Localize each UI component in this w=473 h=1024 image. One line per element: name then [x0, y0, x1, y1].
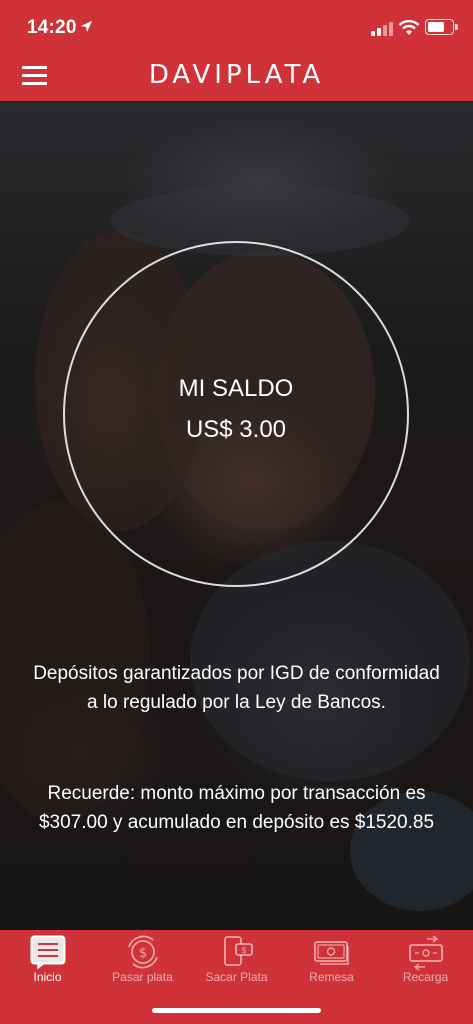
tab-inicio[interactable]: Inicio: [0, 930, 95, 994]
battery-icon: [425, 19, 458, 35]
tab-label: Pasar plata: [112, 970, 173, 984]
withdraw-phone-icon: $: [223, 936, 253, 966]
location-arrow-icon: [80, 20, 93, 33]
wifi-icon: [398, 20, 420, 35]
home-list-icon: [30, 935, 65, 969]
balance-circle: MI SALDO US$ 3.00: [63, 241, 409, 587]
brand-logo: DAVIPLATA: [148, 60, 325, 90]
deposit-guarantee-text: Depósitos garantizados por IGD de confor…: [33, 663, 440, 713]
hero-background: MI SALDO US$ 3.00 Depósitos garantizados…: [0, 101, 473, 930]
remittance-bill-icon: [313, 941, 349, 965]
cellular-signal-icon: [371, 22, 393, 36]
balance-amount: US$ 3.00: [185, 416, 287, 443]
balance-title: MI SALDO: [178, 375, 294, 402]
transaction-limits-text: Recuerde: monto máximo por transacción e…: [38, 783, 435, 833]
transfer-money-icon: $: [127, 935, 158, 969]
recharge-icon: [408, 935, 443, 971]
tab-label: Recarga: [402, 970, 449, 984]
tab-recarga[interactable]: Recarga: [378, 930, 473, 994]
svg-text:$: $: [241, 946, 247, 956]
tab-label: Sacar Plata: [205, 970, 268, 984]
svg-text:$: $: [138, 946, 146, 961]
tab-sacar-plata[interactable]: $ Sacar Plata: [189, 930, 284, 994]
home-indicator[interactable]: [152, 1008, 321, 1013]
app-header: DAVIPLATA: [0, 50, 473, 101]
status-bar: 14:20: [0, 0, 473, 50]
status-time: 14:20: [27, 17, 77, 38]
tab-label: Remesa: [309, 970, 354, 984]
tab-remesa[interactable]: Remesa: [284, 930, 379, 994]
tab-label: Inicio: [33, 970, 62, 984]
tab-pasar-plata[interactable]: $ Pasar plata: [95, 930, 190, 994]
